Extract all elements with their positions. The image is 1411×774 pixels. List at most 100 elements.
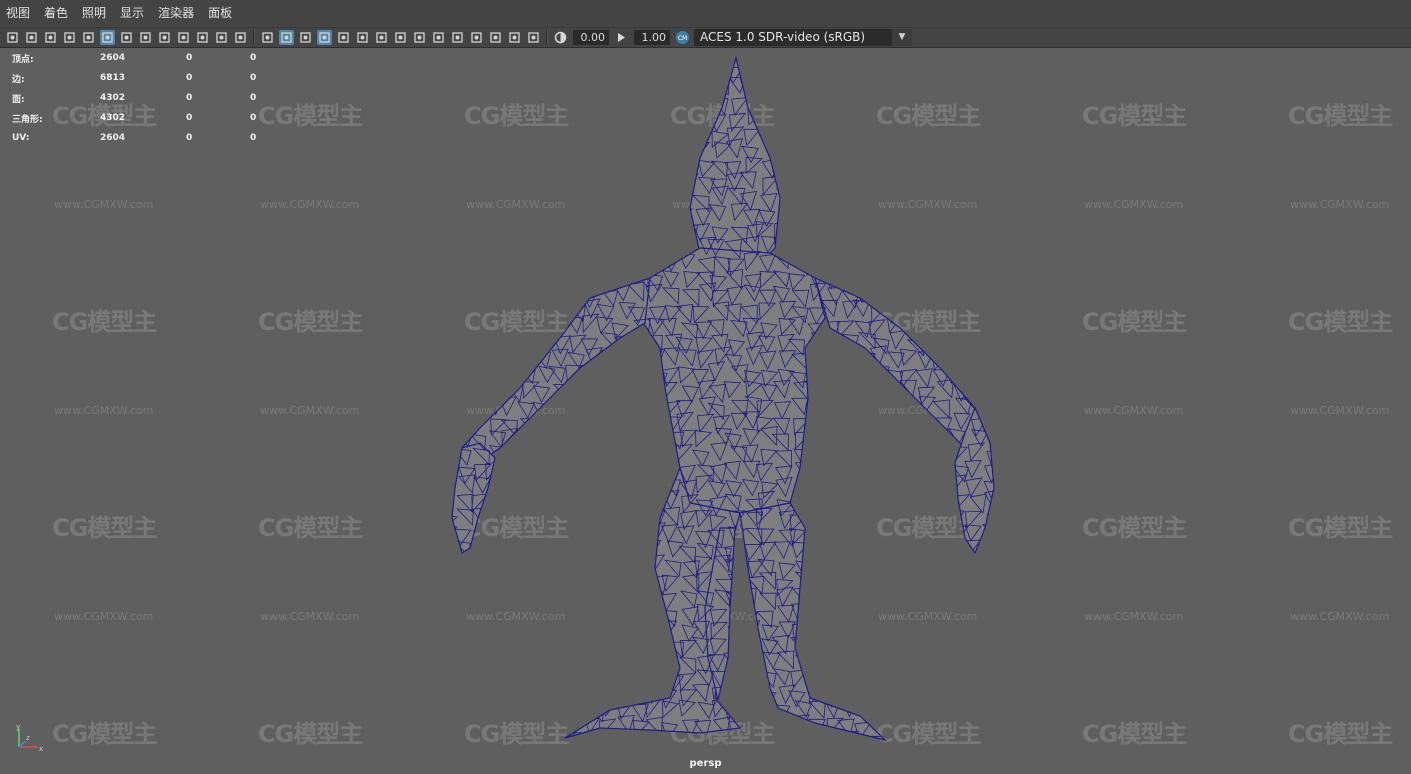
mesh-triangle [677,62,695,82]
use-default-material-icon[interactable] [298,30,313,45]
mesh-triangle [612,557,630,575]
mesh-triangle [682,143,700,164]
mesh-triangle [585,160,603,179]
camera-select-icon[interactable] [5,30,20,45]
mesh-triangle [651,656,669,674]
image-plane-icon[interactable] [62,30,77,45]
mesh-triangle [970,688,988,707]
chevron-down-icon[interactable]: ▼ [892,29,912,46]
menu-panels[interactable]: 面板 [201,0,239,27]
motion-blur-icon[interactable] [412,30,427,45]
mesh-triangle [627,511,645,531]
grease-pencil-icon[interactable] [100,30,115,45]
mesh-part[interactable] [461,277,651,469]
3d-viewport[interactable]: CG模型主 CG模型主 CG模型主 CG模型主 www.CGMXW.com www.CGM… [0,48,1411,774]
mesh-triangle [804,540,823,560]
camera-attributes-icon[interactable] [24,30,39,45]
exposure-field[interactable]: 0.00 [573,30,609,45]
mesh-triangle [954,687,972,707]
xray-active-components-icon[interactable] [507,30,522,45]
mesh-triangle [740,696,758,718]
mesh-triangle [868,382,887,401]
mesh-triangle [953,315,971,335]
mesh-triangle [905,79,923,99]
mesh-triangle [472,113,491,132]
mesh-triangle [755,77,774,95]
menu-renderer[interactable]: 渲染器 [151,0,201,27]
safe-action-icon[interactable] [214,30,229,45]
mesh-triangle [888,175,907,193]
mesh-triangle [584,546,602,564]
mesh-triangle [948,607,966,628]
mesh-triangle [458,609,476,628]
mesh-triangle [536,620,554,641]
mesh-triangle [583,474,601,495]
gamma-field[interactable]: 1.00 [634,30,670,45]
mesh-triangle [503,305,521,323]
multisample-aa-icon[interactable] [431,30,446,45]
grid-icon[interactable] [119,30,134,45]
colorspace-dropdown[interactable]: ACES 1.0 SDR-video (sRGB) ▼ [694,29,912,46]
mesh-triangle [452,688,470,706]
2d-pan-zoom-icon[interactable] [81,30,96,45]
menu-show[interactable]: 显示 [113,0,151,27]
mesh-triangle [600,349,619,368]
mesh-triangle [648,414,666,434]
mesh-triangle [937,587,955,608]
shadows-icon[interactable] [374,30,389,45]
mesh-part[interactable] [451,442,496,554]
mesh-triangle [520,650,538,671]
mesh-triangle [659,58,677,65]
mesh-triangle [650,476,668,494]
mesh-triangle [532,58,550,65]
mesh-triangle [916,65,934,83]
bookmark-icon[interactable] [43,30,58,45]
xray-icon[interactable] [336,30,351,45]
use-all-lights-icon[interactable] [355,30,370,45]
menu-shading[interactable]: 着色 [37,0,75,27]
mesh-triangle [969,318,987,337]
mesh-triangle [484,97,502,116]
mesh-triangle [922,556,940,575]
menu-view[interactable]: 视图 [0,0,37,27]
mesh-triangle [579,238,597,257]
mesh-triangle [727,626,746,644]
mesh-triangle [756,733,774,740]
field-chart-icon[interactable] [195,30,210,45]
safe-title-icon[interactable] [233,30,248,45]
mesh-triangle [870,189,888,209]
exposure-icon[interactable] [553,30,568,45]
creature-wireframe-model[interactable] [0,48,1411,774]
isolate-select-icon[interactable] [469,30,484,45]
mesh-triangle [535,736,553,740]
mesh-triangle [856,271,874,290]
view-transform-icon[interactable]: CM [675,30,690,45]
gamma-icon[interactable] [614,30,629,45]
mesh-triangle [503,285,522,303]
mesh-triangle [598,60,617,78]
film-gate-icon[interactable] [138,30,153,45]
screen-space-ao-icon[interactable] [393,30,408,45]
mesh-triangle [827,234,845,253]
backface-culling-icon[interactable] [526,30,541,45]
mesh-triangle [536,63,554,81]
mesh-triangle [536,301,554,319]
gate-mask-icon[interactable] [176,30,191,45]
mesh-triangle [586,206,604,228]
mesh-triangle [585,526,603,545]
mesh-triangle [807,63,825,82]
wireframe-on-shaded-icon[interactable] [317,30,332,45]
smooth-shade-all-icon[interactable] [279,30,294,45]
wireframe-icon[interactable] [260,30,275,45]
depth-of-field-icon[interactable] [450,30,465,45]
mesh-triangle [936,621,955,639]
resolution-gate-icon[interactable] [157,30,172,45]
mesh-triangle [518,733,536,740]
mesh-triangle [740,715,759,734]
xray-joints-icon[interactable] [488,30,503,45]
mesh-triangle [932,162,950,180]
menu-lighting[interactable]: 照明 [75,0,113,27]
mesh-triangle [531,609,550,627]
mesh-triangle [616,155,635,173]
mesh-triangle [532,544,550,563]
